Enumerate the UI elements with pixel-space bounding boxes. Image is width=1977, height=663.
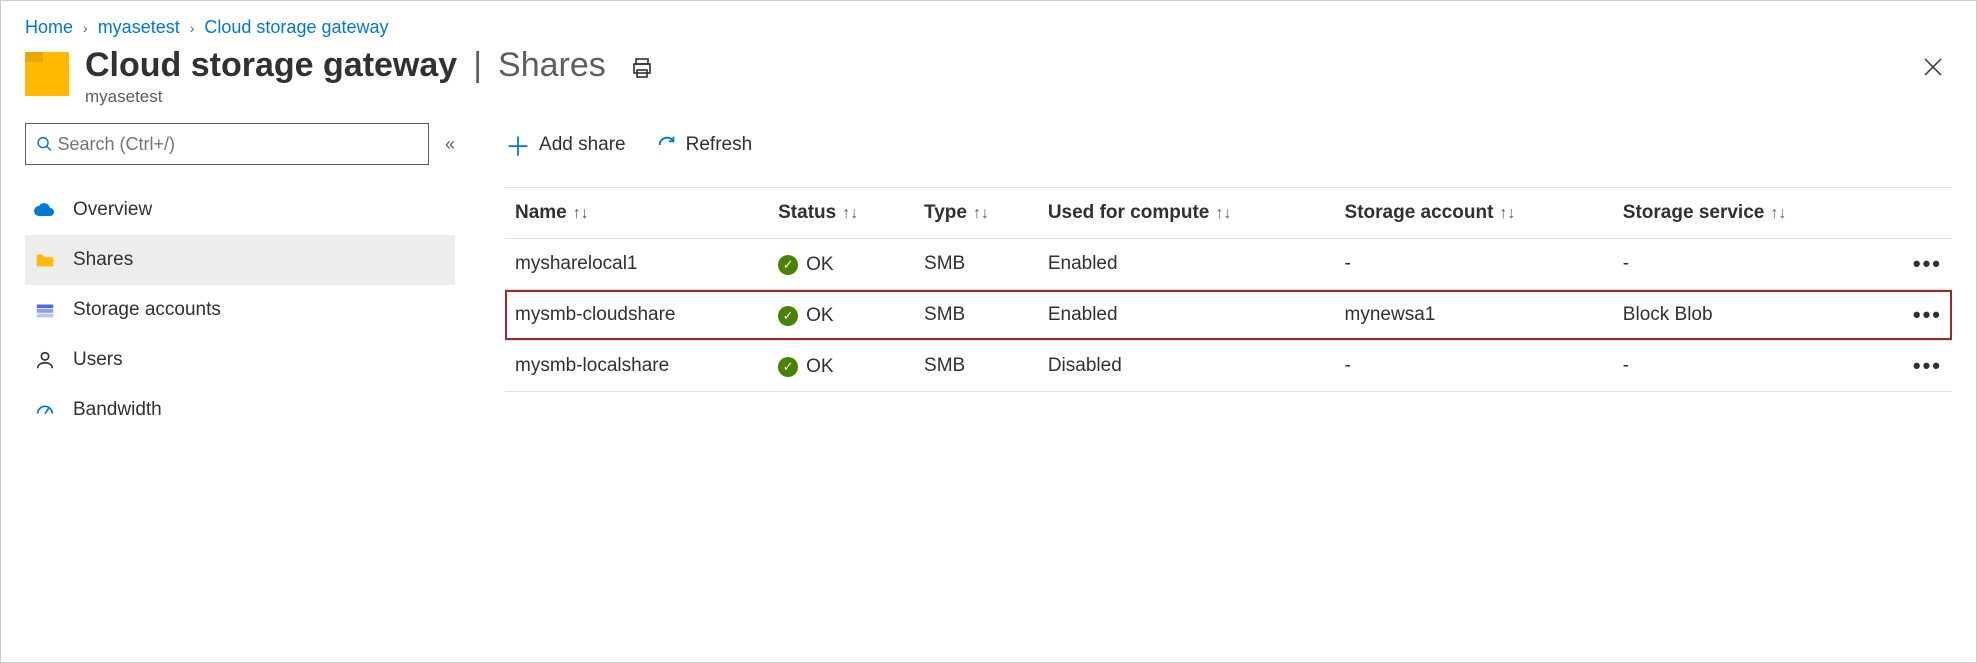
sidebar-item-label: Bandwidth [73,399,162,421]
sidebar: « Overview Shares Storage accounts Users… [25,111,455,435]
sidebar-item-overview[interactable]: Overview [25,185,455,235]
search-box[interactable] [25,123,429,165]
sidebar-item-bandwidth[interactable]: Bandwidth [25,385,455,435]
cell-service: - [1613,341,1881,392]
sort-icon: ↑↓ [842,205,858,222]
check-icon: ✓ [778,255,798,275]
col-compute[interactable]: Used for compute↑↓ [1038,188,1335,239]
check-icon: ✓ [778,357,798,377]
title-separator: | [473,46,482,85]
col-service[interactable]: Storage service↑↓ [1613,188,1881,239]
sidebar-item-shares[interactable]: Shares [25,235,455,285]
gauge-icon [33,398,57,422]
breadcrumb: Home › myasetest › Cloud storage gateway [1,1,1976,46]
col-type[interactable]: Type↑↓ [914,188,1038,239]
cell-account: - [1335,341,1613,392]
refresh-label: Refresh [686,134,753,156]
cell-service: - [1613,239,1881,290]
sidebar-item-label: Users [73,349,123,371]
table-row[interactable]: mysharelocal1✓OKSMBEnabled--••• [505,239,1952,290]
collapse-sidebar-button[interactable]: « [445,134,455,155]
sort-icon: ↑↓ [973,205,989,222]
cell-status: ✓OK [768,290,914,341]
cell-status: ✓OK [768,239,914,290]
close-button[interactable] [1914,48,1952,91]
table-row[interactable]: mysmb-localshare✓OKSMBDisabled--••• [505,341,1952,392]
cell-name[interactable]: mysmb-cloudshare [505,290,768,341]
print-button[interactable] [630,56,654,85]
row-more-button[interactable]: ••• [1880,239,1952,290]
sidebar-item-users[interactable]: Users [25,335,455,385]
shares-table: Name↑↓ Status↑↓ Type↑↓ Used for compute↑… [505,187,1952,392]
sidebar-item-label: Shares [73,249,133,271]
chevron-right-icon: › [83,20,88,36]
add-share-label: Add share [539,134,626,156]
breadcrumb-section[interactable]: Cloud storage gateway [204,17,388,38]
toolbar: ＋ Add share Refresh [505,123,1952,167]
page-subtitle: Shares [498,46,606,85]
resource-name: myasetest [85,87,606,107]
cell-type: SMB [914,341,1038,392]
cloud-icon [33,198,57,222]
cell-type: SMB [914,290,1038,341]
row-more-button[interactable]: ••• [1880,290,1952,341]
cell-compute: Disabled [1038,341,1335,392]
cell-type: SMB [914,239,1038,290]
sidebar-item-storage-accounts[interactable]: Storage accounts [25,285,455,335]
sort-icon: ↑↓ [573,205,589,222]
search-icon [36,135,53,153]
refresh-icon [656,134,678,156]
cell-name[interactable]: mysharelocal1 [505,239,768,290]
sidebar-item-label: Storage accounts [73,299,221,321]
chevron-right-icon: › [190,20,195,36]
plus-icon: ＋ [505,127,531,164]
sort-icon: ↑↓ [1770,205,1786,222]
sidebar-item-label: Overview [73,199,152,221]
add-share-button[interactable]: ＋ Add share [505,127,626,164]
sort-icon: ↑↓ [1499,205,1515,222]
cell-compute: Enabled [1038,239,1335,290]
search-input[interactable] [57,134,418,155]
col-name[interactable]: Name↑↓ [505,188,768,239]
sort-icon: ↑↓ [1215,205,1231,222]
row-more-button[interactable]: ••• [1880,341,1952,392]
cell-account: mynewsa1 [1335,290,1613,341]
user-icon [33,348,57,372]
page-title: Cloud storage gateway [85,46,457,85]
cell-account: - [1335,239,1613,290]
cell-name[interactable]: mysmb-localshare [505,341,768,392]
col-account[interactable]: Storage account↑↓ [1335,188,1613,239]
storage-icon [33,298,57,322]
table-row[interactable]: mysmb-cloudshare✓OKSMBEnabledmynewsa1Blo… [505,290,1952,341]
check-icon: ✓ [778,306,798,326]
cell-service: Block Blob [1613,290,1881,341]
cell-status: ✓OK [768,341,914,392]
main-content: ＋ Add share Refresh Name↑↓ Status↑↓ Type… [455,111,1952,435]
folder-icon [25,52,69,96]
breadcrumb-home[interactable]: Home [25,17,73,38]
col-status[interactable]: Status↑↓ [768,188,914,239]
cell-compute: Enabled [1038,290,1335,341]
refresh-button[interactable]: Refresh [656,134,753,156]
folder-icon [33,248,57,272]
breadcrumb-resource[interactable]: myasetest [98,17,180,38]
